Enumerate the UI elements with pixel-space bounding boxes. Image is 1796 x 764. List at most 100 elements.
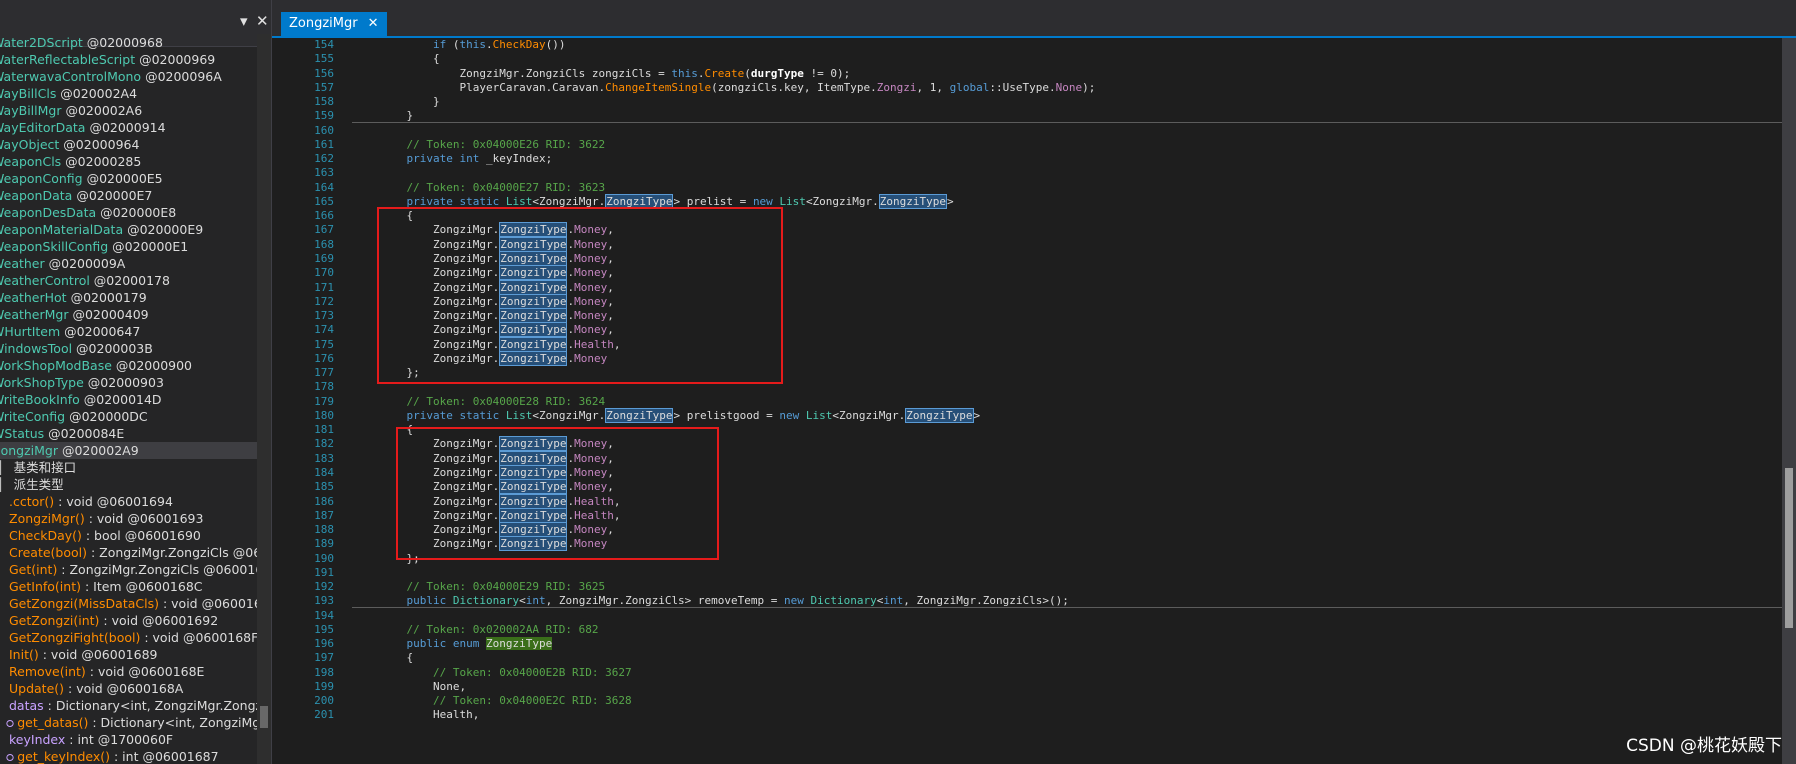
line-number: 193 (314, 594, 334, 608)
tree-item[interactable]: Weather @0200009A (0, 255, 257, 272)
member-name: CheckDay() (9, 528, 82, 543)
tree-item[interactable]: WStatus @0200084E (0, 425, 257, 442)
line-number: 191 (314, 565, 334, 579)
tree-item[interactable]: WeatherMgr @02000409 (0, 306, 257, 323)
member-type: : void (158, 596, 198, 611)
member-item[interactable]: GetZongzi(int) : void @06001692 (0, 612, 257, 629)
tree-item[interactable]: WriteBookInfo @0200014D (0, 391, 257, 408)
tree-item[interactable]: Water2DScript @02000968 (0, 34, 257, 51)
line-text: ZongziMgr.ZongziCls zongziCls = this.Cre… (380, 66, 851, 80)
member-item[interactable]: GetZongzi(MissDataCls) : void @06001691 (0, 595, 257, 612)
editor-scrollbar-thumb[interactable] (1785, 468, 1793, 628)
tree-item-token: @020000E5 (82, 171, 163, 186)
member-item[interactable]: CheckDay() : bool @06001690 (0, 527, 257, 544)
tree-scrollbar[interactable] (257, 34, 271, 764)
line-text: // Token: 0x020002AA RID: 682 (380, 622, 599, 636)
tab-close-icon[interactable]: ✕ (368, 16, 379, 31)
tree-item[interactable]: WayEditorData @02000914 (0, 119, 257, 136)
line-number: 198 (314, 665, 334, 679)
tree-scrollbar-thumb[interactable] (260, 706, 268, 728)
red-highlight-box (377, 207, 783, 385)
code-lines: 154 if (this.CheckDay()) 155 {156 ZongziM… (272, 38, 1095, 723)
code-editor[interactable]: 154 if (this.CheckDay()) 155 {156 ZongziM… (272, 38, 1782, 764)
member-item[interactable]: Remove(int) : void @0600168E (0, 663, 257, 680)
tree-item[interactable]: WeaponData @020000E7 (0, 187, 257, 204)
member-item[interactable]: Create(bool) : ZongziMgr.ZongziCls @0600 (0, 544, 257, 561)
tree-item-name: WHurtItem (0, 324, 61, 339)
tree-item[interactable]: WeaponSkillConfig @020000E1 (0, 238, 257, 255)
code-line: 163 (272, 166, 342, 180)
member-item[interactable]: Update() : void @0600168A (0, 680, 257, 697)
member-token: @06001692 (138, 613, 219, 628)
code-line: 175 ZongziMgr.ZongziType.Health, (272, 336, 620, 352)
tree-item-name: WorkShopModBase (0, 358, 112, 373)
tree-item-token: @020000E9 (123, 222, 204, 237)
tab-zongzimgr[interactable]: ZongziMgr ✕ (281, 12, 387, 36)
code-line: 184 ZongziMgr.ZongziType.Money, (272, 464, 614, 480)
member-item[interactable]: GetInfo(int) : Item @0600168C (0, 578, 257, 595)
line-number: 165 (314, 194, 334, 208)
line-number: 192 (314, 580, 334, 594)
member-type: : int (110, 749, 139, 764)
tree-item[interactable]: ZongziMgr @020002A9 (0, 442, 257, 459)
member-item[interactable]: datas : Dictionary<int, ZongziMgr.Zongzi… (0, 697, 257, 714)
tree-item[interactable]: WeaponCls @02000285 (0, 153, 257, 170)
tree-item-token: @0200014D (79, 392, 162, 407)
tree-item-token: @020000E1 (108, 239, 189, 254)
tree-item[interactable]: WaterReflectableScript @02000969 (0, 51, 257, 68)
member-item[interactable]: .cctor() : void @06001694 (0, 493, 257, 510)
line-number: 164 (314, 180, 334, 194)
tree-item[interactable]: WeatherHot @02000179 (0, 289, 257, 306)
tree-item[interactable]: WeaponMaterialData @020000E9 (0, 221, 257, 238)
line-number: 171 (314, 280, 334, 294)
line-number: 200 (314, 694, 334, 708)
member-type: : bool (81, 528, 121, 543)
tree-item[interactable]: WorkShopType @02000903 (0, 374, 257, 391)
tree-item[interactable]: WriteConfig @020000DC (0, 408, 257, 425)
code-line: 186 ZongziMgr.ZongziType.Health, (272, 493, 620, 509)
tree-item-token: @020000E7 (72, 188, 153, 203)
member-item[interactable]: ⭘ get_datas() : Dictionary<int, ZongziMg… (0, 714, 257, 731)
member-token: @06001691 (201, 596, 257, 611)
tree-item[interactable]: WeaponConfig @020000E5 (0, 170, 257, 187)
code-line: 157 PlayerCaravan.Caravan.ChangeItemSing… (272, 80, 1095, 95)
line-number: 190 (314, 551, 334, 565)
tree-item-name: WayBillCls (0, 86, 57, 101)
line-number: 189 (314, 537, 334, 551)
tree-item[interactable]: WayBillMgr @020002A6 (0, 102, 257, 119)
member-item[interactable]: ZongziMgr() : void @06001693 (0, 510, 257, 527)
member-item[interactable]: keyIndex : int @1700060F (0, 731, 257, 748)
member-item[interactable]: Get(int) : ZongziMgr.ZongziCls @0600168B (0, 561, 257, 578)
tree-item-token: @02000903 (83, 375, 164, 390)
tree-item[interactable]: WaterwavaControlMono @0200096A (0, 68, 257, 85)
code-line: 195 // Token: 0x020002AA RID: 682 (272, 623, 598, 637)
tree-item[interactable]: WayBillCls @020002A4 (0, 85, 257, 102)
tree-item-name: WeatherHot (0, 290, 67, 305)
panel-close-icon[interactable]: ✕ (256, 12, 269, 30)
tree-item[interactable]: WorkShopModBase @02000900 (0, 357, 257, 374)
tree-item-name: WeatherControl (0, 273, 90, 288)
line-number: 166 (314, 209, 334, 223)
tree-item[interactable]: WayObject @02000964 (0, 136, 257, 153)
code-line: 201 Health, (272, 708, 479, 722)
tree-item-token: @02000900 (111, 358, 193, 373)
tree-derived-types[interactable]: ▏ 派生类型 (0, 476, 257, 493)
line-number: 157 (314, 80, 334, 94)
tree-item[interactable]: WeatherControl @02000178 (0, 272, 257, 289)
code-line: 191 (272, 566, 342, 580)
tree-item-name: WeaponConfig (0, 171, 83, 186)
tree-item-token: @02000968 (82, 35, 163, 50)
tree-item-token: @02000964 (59, 137, 140, 152)
line-number: 178 (314, 380, 334, 394)
member-item[interactable]: Init() : void @06001689 (0, 646, 257, 663)
tree-item[interactable]: WindowsTool @0200003B (0, 340, 257, 357)
tree-item[interactable]: WeaponDesData @020000E8 (0, 204, 257, 221)
editor-scrollbar[interactable] (1782, 38, 1796, 764)
tree-base-types[interactable]: ▏ 基类和接口 (0, 459, 257, 476)
member-item[interactable]: ⭘ get_keyIndex() : int @06001687 (0, 748, 257, 764)
tree-item-token: @02000178 (89, 273, 170, 288)
member-item[interactable]: GetZongziFight(bool) : void @0600168F (0, 629, 257, 646)
tree-item[interactable]: WHurtItem @02000647 (0, 323, 257, 340)
panel-dropdown-icon[interactable]: ▾ (240, 12, 248, 30)
member-token: @0600168F (178, 630, 257, 645)
